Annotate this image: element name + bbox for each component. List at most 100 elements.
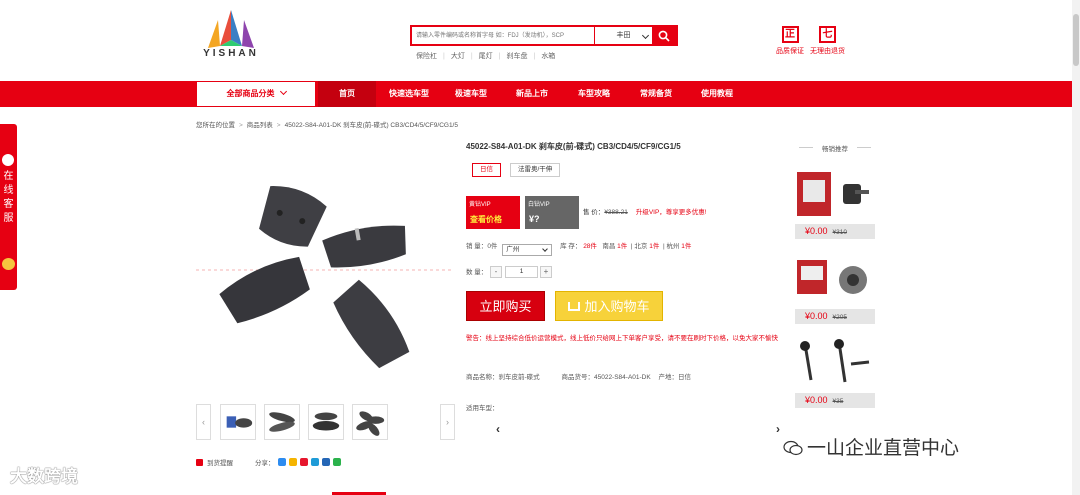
- product-main-image[interactable]: [196, 155, 454, 395]
- online-service-widget[interactable]: 在线客服: [0, 124, 17, 290]
- search-bar: 丰田: [410, 25, 678, 46]
- chevron-down-icon: [641, 31, 650, 40]
- models-prev-arrow[interactable]: ‹: [496, 422, 500, 436]
- quality-guarantee-badge[interactable]: 正 品质保证: [776, 26, 804, 56]
- thumbnail-image[interactable]: [220, 404, 256, 440]
- recommend-price: ¥0.00 ¥35: [795, 393, 875, 408]
- share-label: 分享：: [255, 460, 275, 467]
- stock-row: 销 量：0件 广州 库 存： 28件 南昌 1件 | 北京 1件 | 杭州 1件: [466, 240, 691, 256]
- sales-value: 0件: [487, 243, 498, 250]
- pinterest-icon[interactable]: [310, 458, 319, 466]
- gold-vip-price-box[interactable]: 黄钻VIP 查看价格: [466, 196, 520, 229]
- thumbnail-image[interactable]: [352, 404, 388, 440]
- brand-select-value: 丰田: [616, 32, 631, 39]
- star-icon[interactable]: [288, 458, 297, 466]
- renren-icon[interactable]: [321, 458, 330, 466]
- nav-item-home[interactable]: 首页: [318, 81, 376, 107]
- price-warning: 警告：线上坚持综合低价运营模式，线上低价只给网上下单客户享受，请不要在刷时下价格…: [466, 335, 778, 342]
- watermark-left: 大数跨境: [10, 462, 78, 487]
- meta-value: 45022-S84-A01-DK: [593, 374, 651, 381]
- thumbnail-prev-button[interactable]: ‹: [196, 404, 211, 440]
- price-row: 售 价：¥388.21 升级VIP，尊享更多优惠!: [583, 206, 707, 216]
- price-value: ¥0.00: [805, 226, 828, 236]
- product-title: 45022-S84-A01-DK 刹车皮(前-碟式) CB3/CD4/5/CF9…: [466, 142, 681, 151]
- thumbnail-next-button[interactable]: ›: [440, 404, 455, 440]
- models-next-arrow[interactable]: ›: [776, 422, 780, 436]
- meta-value: 日信: [678, 374, 692, 381]
- city-stock: 1件: [649, 243, 660, 250]
- breadcrumb-label: 您所在的位置: [196, 122, 235, 129]
- warehouse-select[interactable]: 广州: [502, 244, 553, 256]
- breadcrumb-current: 45022-S84-A01-DK 刹车皮(前-碟式) CB3/CD4/5/CF9…: [284, 122, 458, 129]
- price-label: 售 价：: [583, 209, 605, 216]
- price-value: ¥0.00: [805, 311, 828, 321]
- nav-item-fast-model[interactable]: 极速车型: [442, 81, 500, 107]
- quantity-input[interactable]: 1: [505, 266, 538, 278]
- breadcrumb-separator: >: [276, 122, 281, 129]
- quantity-increase-button[interactable]: +: [540, 266, 552, 278]
- hot-word-link[interactable]: 保险杠: [416, 53, 445, 60]
- all-categories-dropdown[interactable]: 全部商品分类: [196, 81, 316, 107]
- qzone-icon[interactable]: [277, 458, 286, 466]
- breadcrumb-separator: >: [239, 122, 243, 129]
- stock-alert-label: 到货提醒: [207, 460, 233, 467]
- hot-words: 保险杠大灯尾灯刹车盘水箱: [416, 51, 561, 61]
- badge-label: 无理由退货: [810, 48, 845, 55]
- stock-label: 库 存：: [560, 243, 582, 250]
- brand-tag-selected[interactable]: 日信: [472, 163, 501, 177]
- meta-item: 商品名称：刹车皮前-碟式: [466, 374, 540, 381]
- breadcrumb-link[interactable]: 商品列表: [247, 122, 273, 129]
- search-input[interactable]: [412, 27, 592, 44]
- thumbnail-image[interactable]: [308, 404, 344, 440]
- hot-word-link[interactable]: 尾灯: [479, 53, 501, 60]
- vip-price: ¥?: [529, 214, 540, 224]
- chevron-down-icon: [542, 246, 549, 252]
- search-button[interactable]: [652, 27, 676, 44]
- vip-upgrade-link[interactable]: 升级VIP，尊享更多优惠!: [636, 209, 707, 216]
- nav-item-quick-select[interactable]: 快速选车型: [376, 81, 442, 107]
- thumbnail-image[interactable]: [264, 404, 300, 440]
- wechat-icon[interactable]: [332, 458, 341, 466]
- recommend-image-brake-caliper[interactable]: [795, 166, 875, 222]
- nav-item-guides[interactable]: 车型攻略: [564, 81, 624, 107]
- recommend-image-wheel-hub[interactable]: [795, 252, 875, 308]
- return-policy-badge[interactable]: 七 无理由退货: [810, 26, 845, 56]
- recommend-price: ¥0.00 ¥310: [795, 224, 875, 239]
- city-name: 南昌: [602, 243, 616, 250]
- search-icon: [658, 30, 670, 42]
- weibo-icon[interactable]: [299, 458, 308, 466]
- add-to-cart-label: 加入购物车: [584, 299, 650, 314]
- wechat-logo-icon: [783, 440, 803, 456]
- online-service-label: 在线客服: [3, 171, 14, 224]
- nav-item-stock[interactable]: 常规备货: [624, 81, 688, 107]
- nav-item-tutorial[interactable]: 使用教程: [688, 81, 746, 107]
- city-name: 北京: [634, 243, 648, 250]
- brand-select[interactable]: 丰田: [594, 27, 652, 44]
- vip-view-price: 查看价格: [470, 215, 502, 224]
- meta-key: 商品名称：: [466, 374, 499, 381]
- quantity-decrease-button[interactable]: -: [490, 266, 502, 278]
- hot-word-link[interactable]: 水箱: [541, 53, 555, 60]
- stock-value: 28件: [583, 243, 597, 250]
- watermark-text: 一山企业直营中心: [807, 438, 960, 459]
- warehouse-value: 广州: [506, 246, 520, 253]
- chat-icon: [2, 154, 14, 166]
- recommend-price: ¥0.00 ¥205: [795, 309, 875, 324]
- buy-now-button[interactable]: 立即购买: [466, 291, 545, 321]
- bell-icon: [196, 459, 203, 466]
- hot-word-link[interactable]: 大灯: [451, 53, 473, 60]
- stock-alert-link[interactable]: 到货提醒: [196, 457, 233, 467]
- hot-word-link[interactable]: 刹车盘: [506, 53, 535, 60]
- nav-item-new-arrivals[interactable]: 新品上市: [500, 81, 564, 107]
- page-scrollbar[interactable]: [1072, 0, 1080, 495]
- brand-tag[interactable]: 法雷奥/干伸: [510, 163, 561, 177]
- add-to-cart-button[interactable]: 加入购物车: [555, 291, 663, 321]
- old-price: ¥310: [832, 229, 847, 236]
- logo-text: YISHAN: [203, 48, 259, 59]
- scrollbar-thumb[interactable]: [1073, 14, 1079, 66]
- recommend-image-stabilizer-link[interactable]: [795, 334, 875, 390]
- product-meta: 商品名称：刹车皮前-碟式 商品货号：45022-S84-A01-DK 产地：日信: [466, 371, 711, 381]
- price-value: ¥0.00: [805, 395, 828, 405]
- recommend-title: 畅销推荐: [795, 143, 875, 153]
- meta-item: 产地：日信: [659, 374, 692, 381]
